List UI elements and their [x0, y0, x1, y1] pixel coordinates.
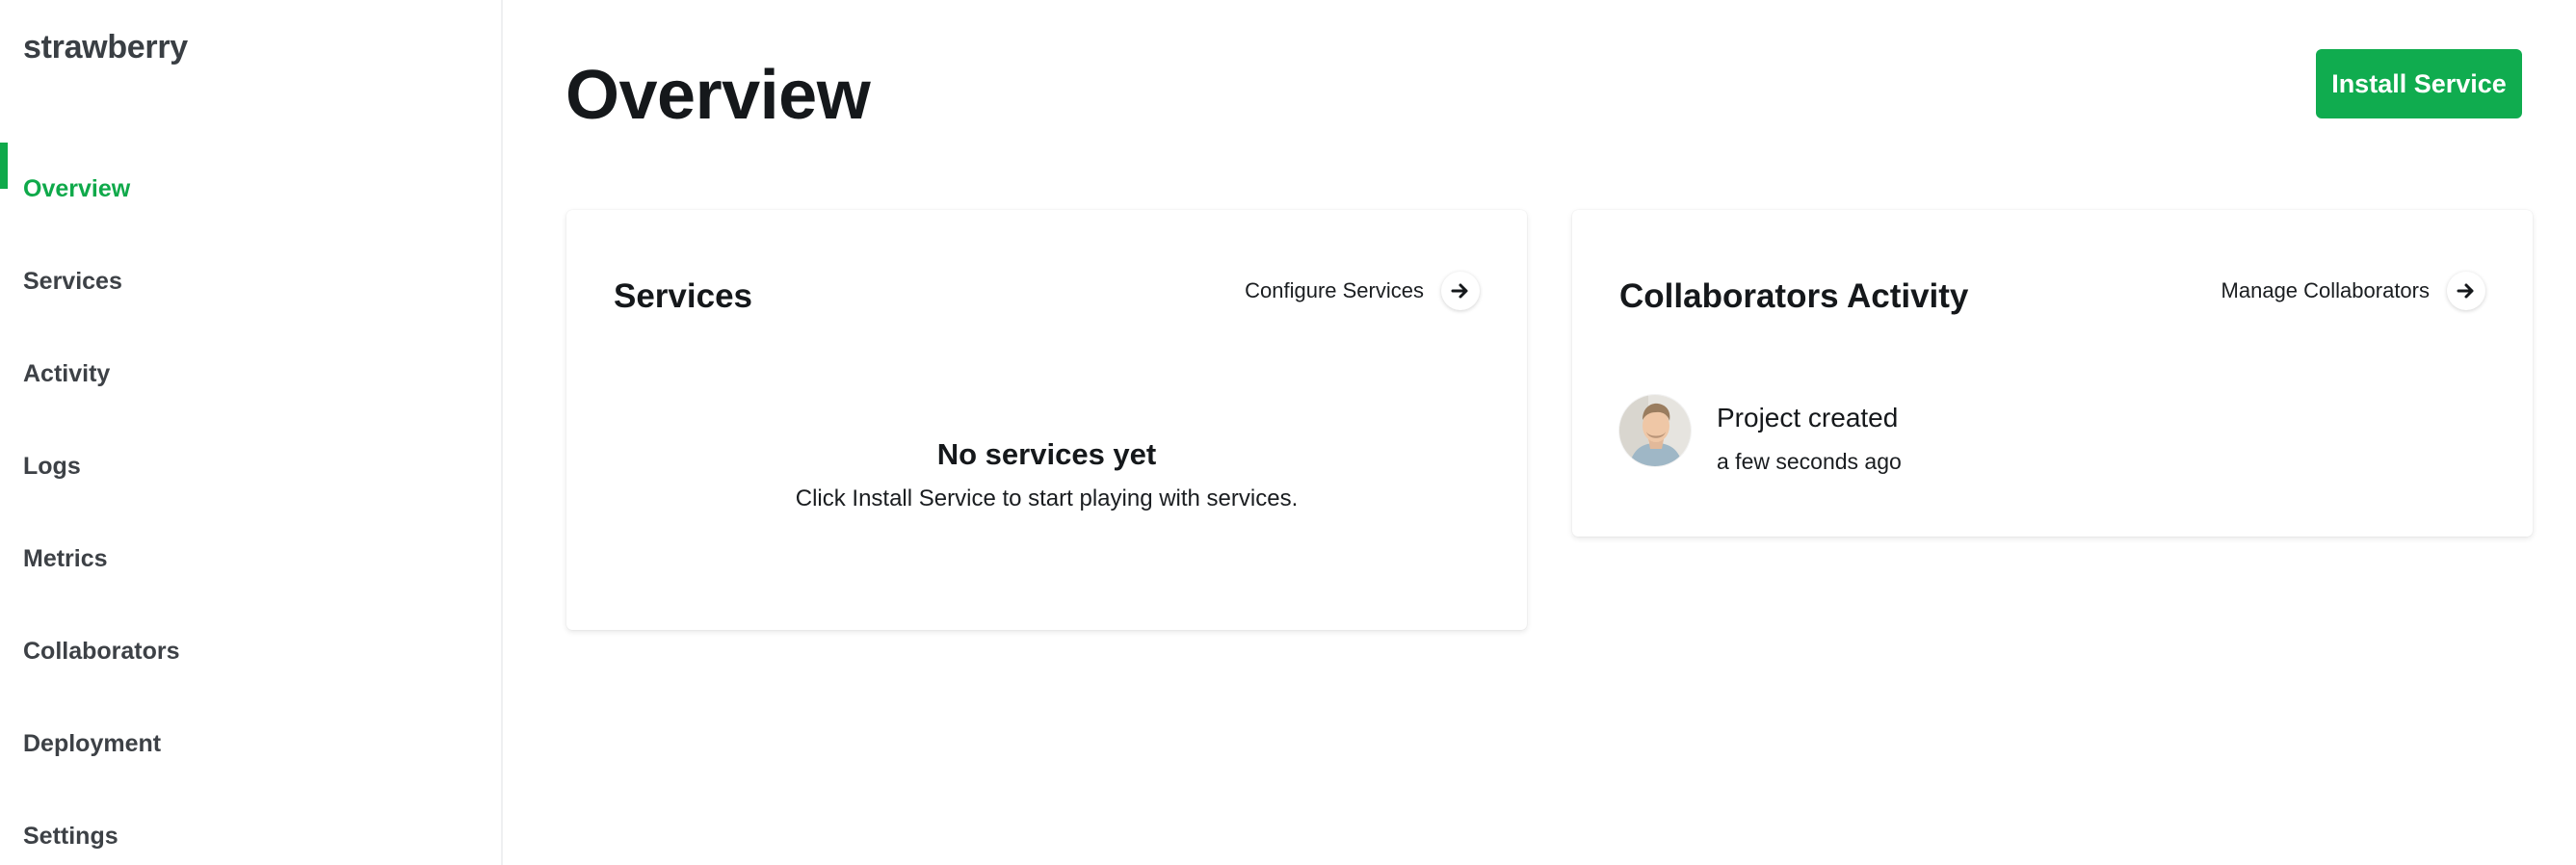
- app: strawberry Overview Services Activity Lo…: [0, 0, 2576, 865]
- sidebar-nav: Overview Services Activity Logs Metrics …: [0, 143, 501, 865]
- page-title: Overview: [565, 57, 871, 134]
- services-empty-state: No services yet Click Install Service to…: [566, 437, 1527, 512]
- sidebar-item-metrics[interactable]: Metrics: [0, 512, 501, 605]
- configure-services-label: Configure Services: [1245, 278, 1424, 302]
- sidebar-item-deployment[interactable]: Deployment: [0, 697, 501, 790]
- sidebar-item-label: Logs: [23, 452, 81, 480]
- sidebar-item-label: Activity: [23, 359, 111, 387]
- arrow-right-icon[interactable]: [1441, 272, 1480, 310]
- activity-text: Project created a few seconds ago: [1717, 403, 1902, 475]
- sidebar-item-label: Services: [23, 267, 122, 295]
- active-indicator: [0, 143, 8, 189]
- sidebar-item-label: Overview: [23, 174, 131, 202]
- sidebar-item-overview[interactable]: Overview: [0, 143, 501, 235]
- sidebar-item-settings[interactable]: Settings: [0, 790, 501, 865]
- empty-state-title: No services yet: [936, 437, 1157, 471]
- manage-collaborators-link[interactable]: Manage Collaborators: [2221, 272, 2485, 310]
- manage-collaborators-label: Manage Collaborators: [2221, 278, 2430, 302]
- sidebar-item-activity[interactable]: Activity: [0, 328, 501, 420]
- sidebar-item-logs[interactable]: Logs: [0, 420, 501, 512]
- user-avatar[interactable]: [1619, 395, 1691, 466]
- sidebar-item-label: Deployment: [23, 729, 162, 757]
- install-service-button[interactable]: Install Service: [2316, 49, 2522, 118]
- brand-logo[interactable]: strawberry: [23, 29, 188, 66]
- sidebar-item-services[interactable]: Services: [0, 235, 501, 328]
- activity-timestamp: a few seconds ago: [1717, 449, 1902, 474]
- sidebar: strawberry Overview Services Activity Lo…: [0, 0, 503, 865]
- sidebar-item-label: Settings: [23, 822, 118, 850]
- sidebar-item-label: Collaborators: [23, 637, 180, 665]
- services-card-title: Services: [614, 277, 753, 315]
- services-card: Services Configure Services No services …: [566, 210, 1527, 630]
- configure-services-link[interactable]: Configure Services: [1245, 272, 1480, 310]
- main-content: Overview Install Service Services Config…: [503, 0, 2576, 865]
- activity-item: Project created a few seconds ago: [1619, 395, 1902, 475]
- sidebar-item-label: Metrics: [23, 544, 108, 572]
- sidebar-item-collaborators[interactable]: Collaborators: [0, 605, 501, 697]
- empty-state-description: Click Install Service to start playing w…: [795, 485, 1299, 511]
- collaborators-card-title: Collaborators Activity: [1619, 277, 1969, 315]
- activity-title: Project created: [1717, 403, 1899, 432]
- collaborators-activity-card: Collaborators Activity Manage Collaborat…: [1572, 210, 2533, 537]
- arrow-right-icon[interactable]: [2447, 272, 2485, 310]
